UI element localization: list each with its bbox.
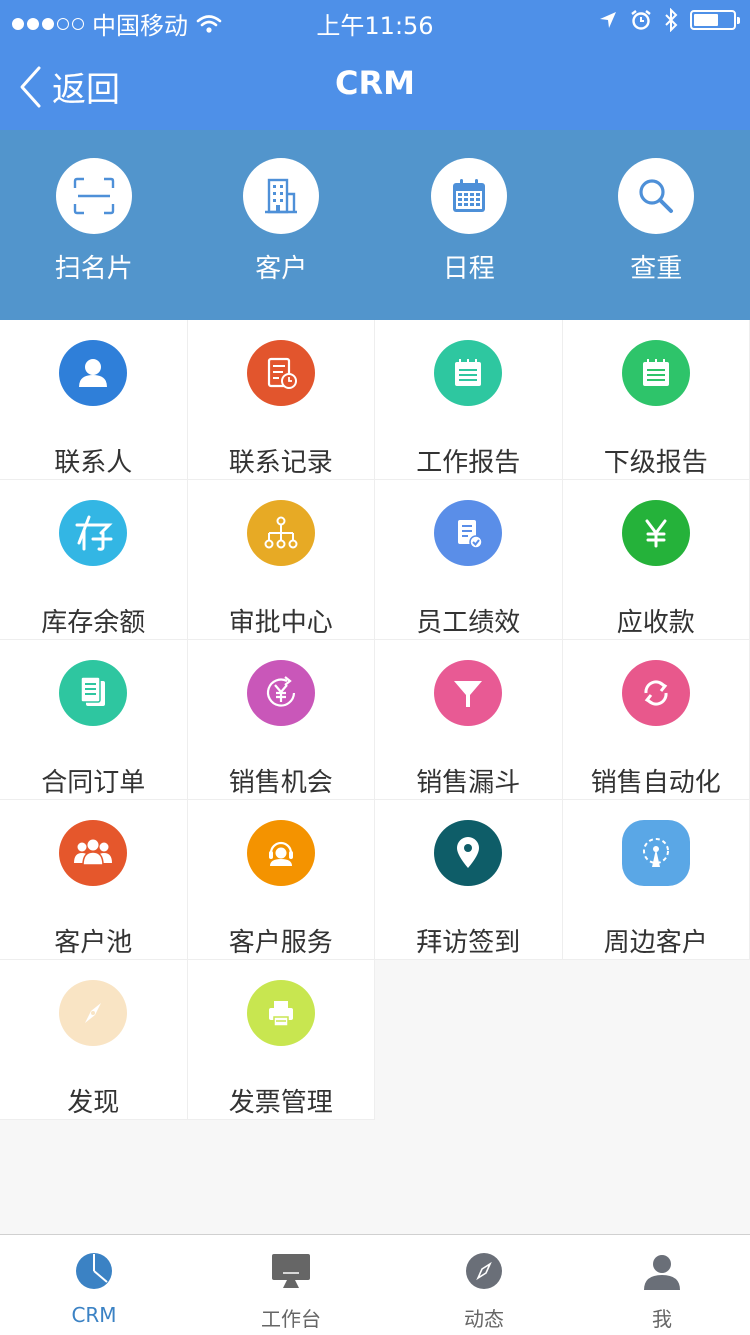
module-invoice-management[interactable]: 发票管理	[188, 960, 376, 1120]
module-label: 销售自动化	[591, 762, 721, 799]
module-sales-funnel[interactable]: 销售漏斗	[375, 640, 563, 800]
module-nearby-customers[interactable]: 周边客户	[563, 800, 750, 960]
module-work-report[interactable]: 工作报告	[375, 320, 563, 480]
quick-action-label: 日程	[443, 248, 495, 285]
group-icon	[59, 820, 127, 886]
yen-icon	[622, 500, 690, 566]
page-title: CRM	[0, 64, 750, 102]
location-pin-icon	[434, 820, 502, 886]
module-label: 审批中心	[229, 602, 333, 639]
module-contacts[interactable]: 联系人	[0, 320, 188, 480]
radar-icon	[622, 820, 690, 886]
module-label: 库存余额	[41, 602, 145, 639]
module-label: 发现	[67, 1082, 119, 1119]
status-bar: 中国移动 上午11:56	[0, 0, 750, 40]
module-discover[interactable]: 发现	[0, 960, 188, 1120]
notepad-icon	[622, 340, 690, 406]
module-label: 联系记录	[229, 442, 333, 479]
module-customer-service[interactable]: 客户服务	[188, 800, 376, 960]
document-check-icon	[434, 500, 502, 566]
yen-cycle-icon	[247, 660, 315, 726]
module-customer-pool[interactable]: 客户池	[0, 800, 188, 960]
tab-moments[interactable]: 动态	[394, 1235, 574, 1335]
calendar-icon	[431, 158, 507, 234]
module-label: 客户池	[54, 922, 132, 959]
contract-icon	[59, 660, 127, 726]
building-icon	[243, 158, 319, 234]
module-label: 联系人	[54, 442, 132, 479]
module-sales-opportunity[interactable]: 销售机会	[188, 640, 376, 800]
quick-action-schedule[interactable]: 日程	[375, 130, 563, 320]
module-visit-checkin[interactable]: 拜访签到	[375, 800, 563, 960]
search-icon	[618, 158, 694, 234]
module-label: 下级报告	[604, 442, 708, 479]
tab-workbench[interactable]: 工作台	[188, 1235, 394, 1335]
battery-icon	[690, 10, 736, 30]
module-contact-records[interactable]: 联系记录	[188, 320, 376, 480]
tab-me[interactable]: 我	[574, 1235, 750, 1335]
module-employee-performance[interactable]: 员工绩效	[375, 480, 563, 640]
refresh-icon	[622, 660, 690, 726]
pie-chart-icon	[74, 1249, 114, 1293]
record-icon	[247, 340, 315, 406]
module-contract-orders[interactable]: 合同订单	[0, 640, 188, 800]
module-label: 拜访签到	[416, 922, 520, 959]
compass-icon	[464, 1249, 504, 1293]
module-label: 工作报告	[416, 442, 520, 479]
quick-action-customer[interactable]: 客户	[188, 130, 376, 320]
quick-action-label: 客户	[255, 248, 307, 285]
quick-actions-bar: 扫名片 客户	[0, 130, 750, 320]
module-label: 周边客户	[604, 922, 708, 959]
quick-action-label: 扫名片	[55, 248, 133, 285]
module-subordinate-report[interactable]: 下级报告	[563, 320, 750, 480]
module-label: 客户服务	[229, 922, 333, 959]
user-icon	[642, 1249, 682, 1293]
tab-bar: CRM 工作台 动态 我	[0, 1234, 750, 1335]
inventory-icon	[59, 500, 127, 566]
tab-label: 工作台	[261, 1303, 321, 1332]
printer-icon	[247, 980, 315, 1046]
tab-label: 动态	[464, 1303, 504, 1332]
tab-crm[interactable]: CRM	[0, 1235, 188, 1335]
module-label: 发票管理	[229, 1082, 333, 1119]
module-label: 合同订单	[41, 762, 145, 799]
module-receivables[interactable]: 应收款	[563, 480, 750, 640]
alarm-icon	[630, 9, 652, 31]
quick-action-label: 查重	[630, 248, 682, 285]
tab-label: 我	[652, 1303, 672, 1332]
location-arrow-icon	[598, 10, 618, 30]
scan-card-icon	[56, 158, 132, 234]
notepad-icon	[434, 340, 502, 406]
navigation-bar: 返回 CRM	[0, 40, 750, 130]
bluetooth-icon	[664, 8, 678, 32]
module-grid: 联系人 联系记录 工作报告 下级报	[0, 320, 750, 1120]
headset-icon	[247, 820, 315, 886]
quick-action-duplicate-check[interactable]: 查重	[563, 130, 750, 320]
funnel-icon	[434, 660, 502, 726]
module-approval-center[interactable]: 审批中心	[188, 480, 376, 640]
module-label: 应收款	[617, 602, 695, 639]
quick-action-scan-card[interactable]: 扫名片	[0, 130, 188, 320]
module-sales-automation[interactable]: 销售自动化	[563, 640, 750, 800]
tab-label: CRM	[71, 1303, 116, 1327]
contact-icon	[59, 340, 127, 406]
module-label: 销售漏斗	[416, 762, 520, 799]
monitor-icon	[269, 1249, 313, 1293]
module-inventory-balance[interactable]: 库存余额	[0, 480, 188, 640]
module-label: 销售机会	[229, 762, 333, 799]
compass-icon	[59, 980, 127, 1046]
module-label: 员工绩效	[416, 602, 520, 639]
hierarchy-icon	[247, 500, 315, 566]
